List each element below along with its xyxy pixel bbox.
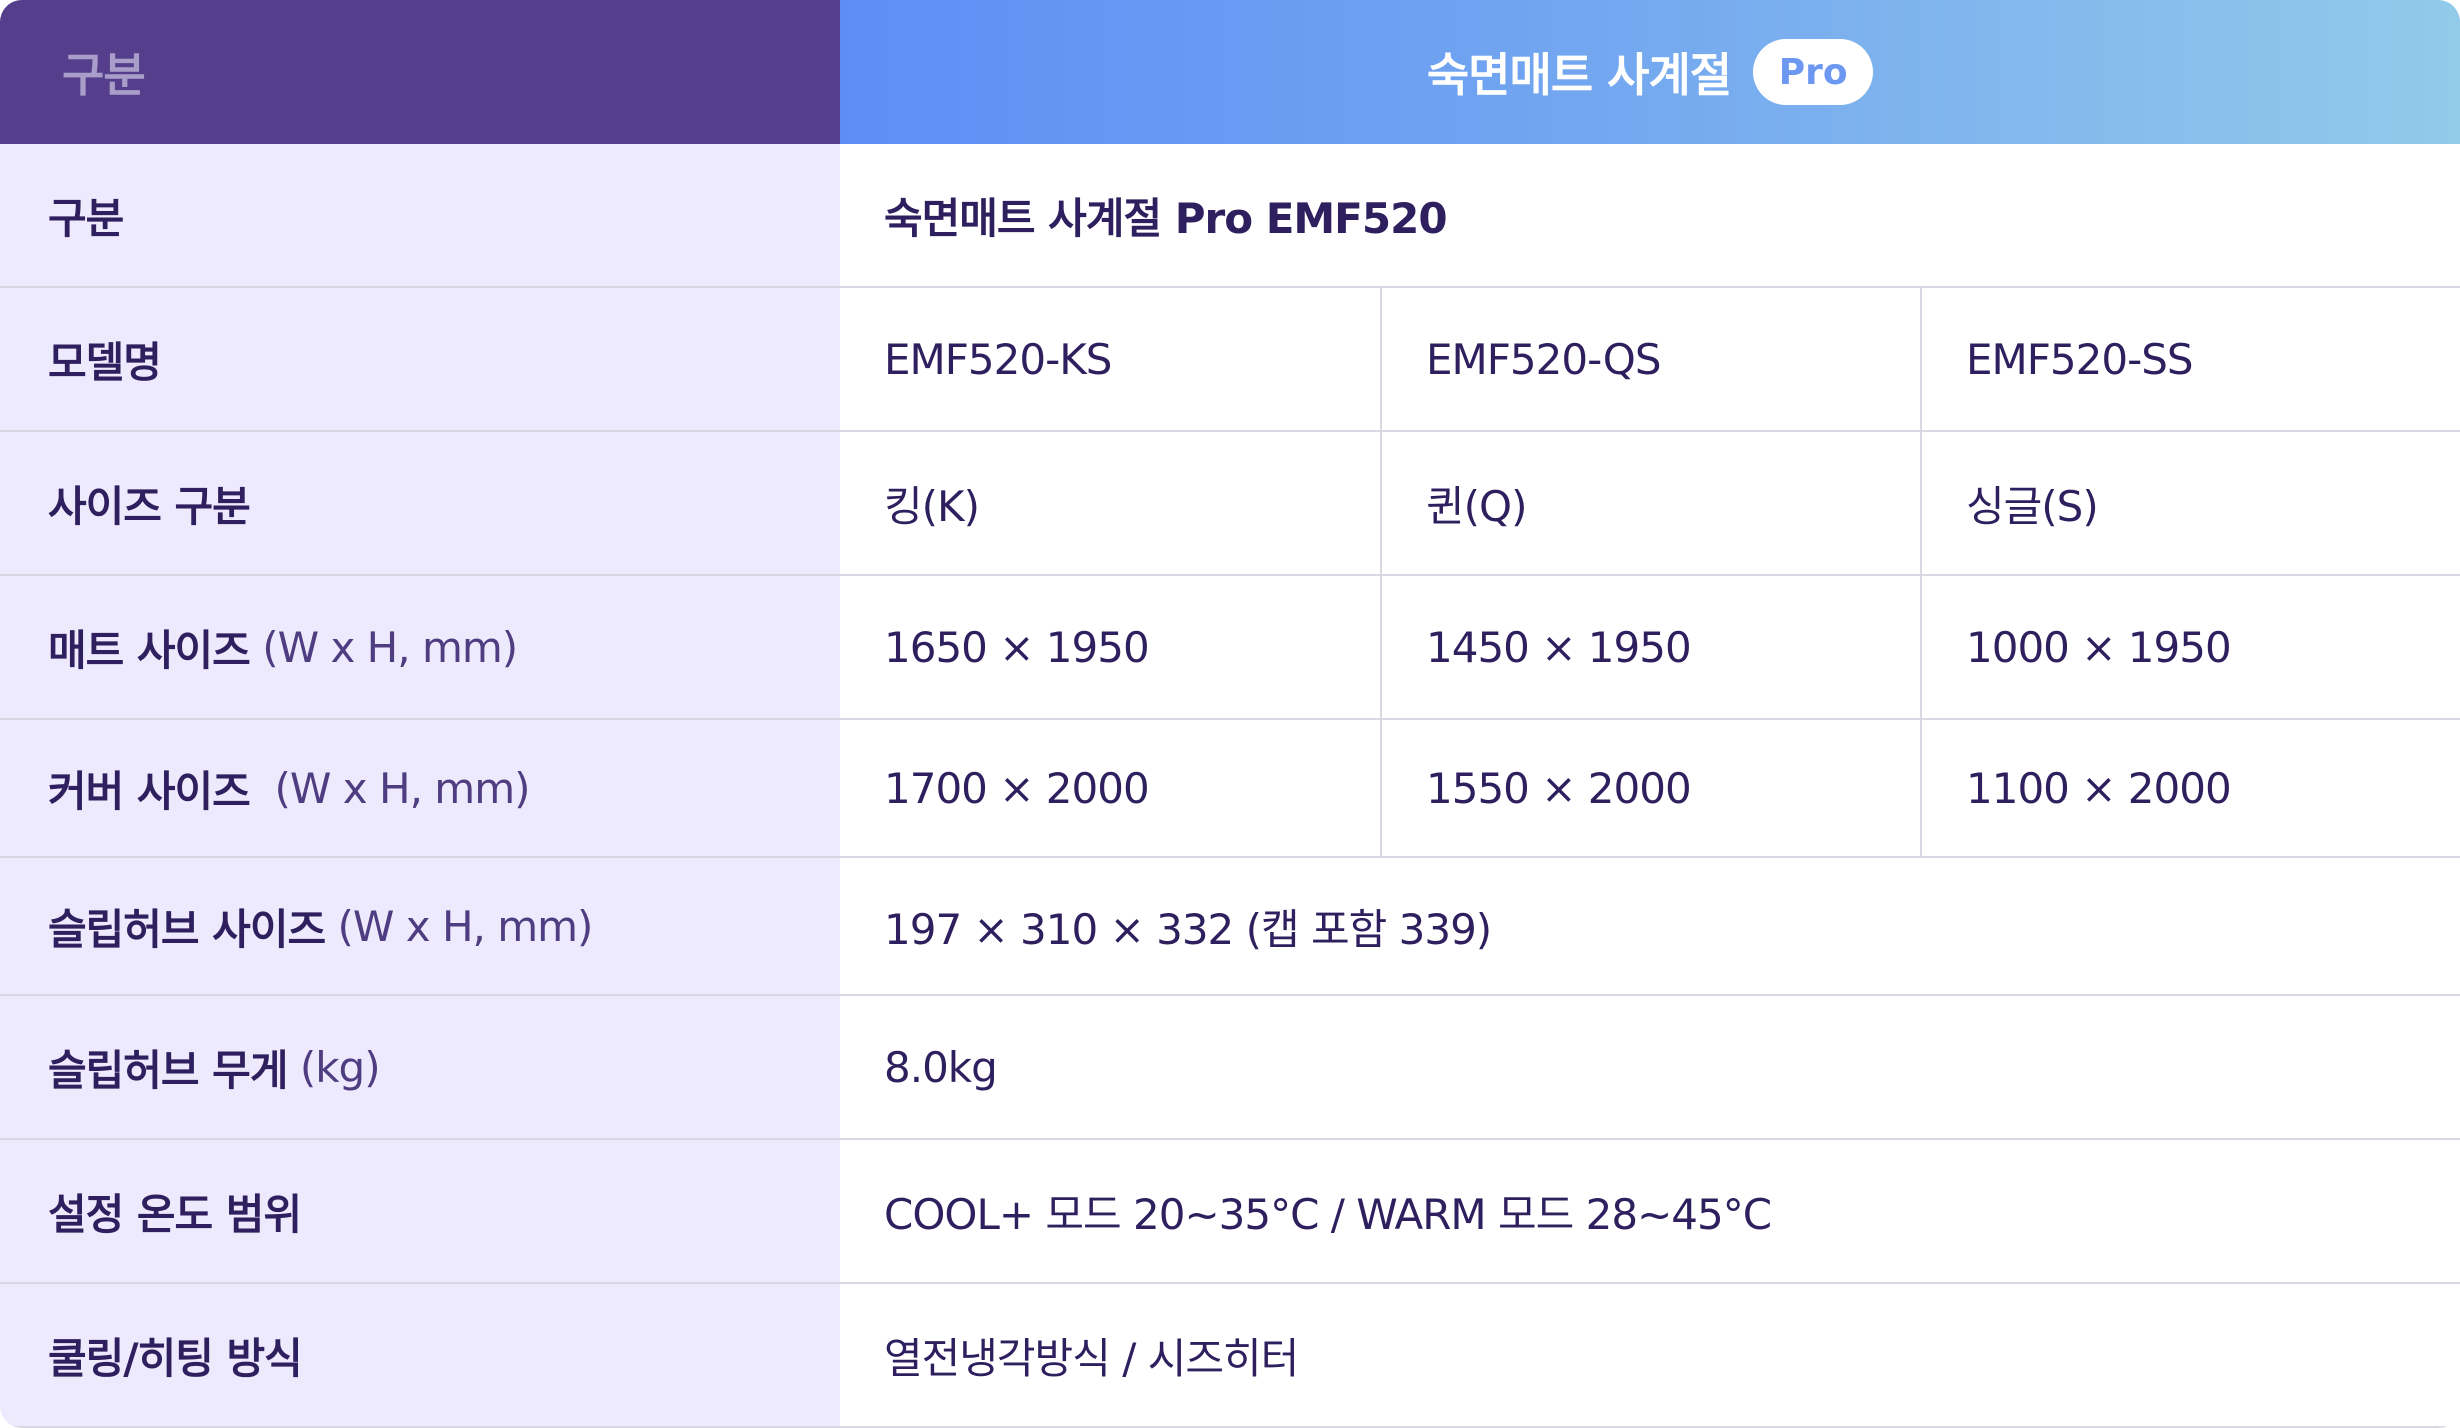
row-label-unit: (W x H, mm) bbox=[274, 763, 531, 813]
table-row-cover-size: 커버 사이즈 (W x H, mm) 1700 × 2000 1550 × 20… bbox=[0, 720, 2460, 858]
cover-size-single-cell: 1100 × 2000 bbox=[1920, 720, 2460, 856]
header-product-cell: 숙면매트 사계절 Pro bbox=[840, 0, 2460, 144]
row-label-text: 매트 사이즈 bbox=[48, 625, 251, 675]
mat-size-king-cell: 1650 × 1950 bbox=[884, 622, 1150, 672]
table-row-model: 모델명 EMF520-KS EMF520-QS EMF520-SS bbox=[0, 288, 2460, 432]
row-label-text: 모델명 bbox=[48, 337, 162, 387]
model-queen-cell: EMF520-QS bbox=[1380, 288, 1920, 430]
table-row-hub-size: 슬립허브 사이즈 (W x H, mm) 197 × 310 × 332 (캡 … bbox=[0, 858, 2460, 996]
row-label: 설정 온도 범위 bbox=[0, 1140, 840, 1282]
table-row-size-type: 사이즈 구분 킹(K) 퀸(Q) 싱글(S) bbox=[0, 432, 2460, 576]
row-label-text: 구분 bbox=[48, 193, 124, 243]
cover-size-king-cell: 1700 × 2000 bbox=[884, 763, 1150, 813]
pro-badge: Pro bbox=[1753, 39, 1874, 105]
temp-range-cell: COOL+ 모드 20~35°C / WARM 모드 28~45°C bbox=[884, 1189, 1772, 1239]
row-label: 사이즈 구분 bbox=[0, 432, 840, 574]
hub-size-cell: 197 × 310 × 332 (캡 포함 339) bbox=[884, 904, 1492, 954]
row-label-text: 슬립허브 무게 bbox=[48, 1045, 288, 1095]
header-category-label: 구분 bbox=[62, 48, 146, 102]
row-label: 슬립허브 사이즈 (W x H, mm) bbox=[0, 858, 840, 994]
row-label-text: 사이즈 구분 bbox=[48, 481, 251, 531]
row-label: 커버 사이즈 (W x H, mm) bbox=[0, 720, 840, 856]
row-label: 매트 사이즈 (W x H, mm) bbox=[0, 576, 840, 718]
header-category-cell: 구분 bbox=[0, 0, 840, 144]
hub-weight-cell: 8.0kg bbox=[884, 1042, 998, 1092]
product-name-cell: 숙면매트 사계절 Pro EMF520 bbox=[884, 193, 1448, 243]
row-label-text: 커버 사이즈 bbox=[48, 766, 251, 816]
cover-size-queen-cell: 1550 × 2000 bbox=[1380, 720, 1920, 856]
mat-size-queen-cell: 1450 × 1950 bbox=[1380, 576, 1920, 718]
table-row-category: 구분 숙면매트 사계절 Pro EMF520 bbox=[0, 144, 2460, 288]
row-label-text: 슬립허브 사이즈 bbox=[48, 904, 326, 954]
header-product-title: 숙면매트 사계절 bbox=[1426, 48, 1732, 102]
table-row-temp-range: 설정 온도 범위 COOL+ 모드 20~35°C / WARM 모드 28~4… bbox=[0, 1140, 2460, 1284]
row-label-unit: (kg) bbox=[299, 1042, 381, 1092]
size-queen-cell: 퀸(Q) bbox=[1380, 432, 1920, 574]
row-label: 구분 bbox=[0, 144, 840, 286]
row-label: 모델명 bbox=[0, 288, 840, 430]
row-label-unit: (W x H, mm) bbox=[337, 901, 593, 951]
size-single-cell: 싱글(S) bbox=[1920, 432, 2460, 574]
table-row-mat-size: 매트 사이즈 (W x H, mm) 1650 × 1950 1450 × 19… bbox=[0, 576, 2460, 720]
row-label-text: 설정 온도 범위 bbox=[48, 1189, 302, 1239]
size-king-cell: 킹(K) bbox=[884, 481, 980, 531]
row-label-unit: (W x H, mm) bbox=[262, 622, 518, 672]
row-label: 쿨링/히팅 방식 bbox=[0, 1284, 840, 1426]
spec-table: 구분 숙면매트 사계절 Pro 구분 숙면매트 사계절 Pro EMF520 모… bbox=[0, 0, 2460, 1428]
row-label: 슬립허브 무게 (kg) bbox=[0, 996, 840, 1138]
row-label-text: 쿨링/히팅 방식 bbox=[48, 1333, 303, 1383]
method-cell: 열전냉각방식 / 시즈히터 bbox=[884, 1333, 1299, 1383]
mat-size-single-cell: 1000 × 1950 bbox=[1920, 576, 2460, 718]
model-single-cell: EMF520-SS bbox=[1920, 288, 2460, 430]
table-row-method: 쿨링/히팅 방식 열전냉각방식 / 시즈히터 bbox=[0, 1284, 2460, 1428]
table-row-hub-weight: 슬립허브 무게 (kg) 8.0kg bbox=[0, 996, 2460, 1140]
model-king-cell: EMF520-KS bbox=[884, 334, 1112, 384]
